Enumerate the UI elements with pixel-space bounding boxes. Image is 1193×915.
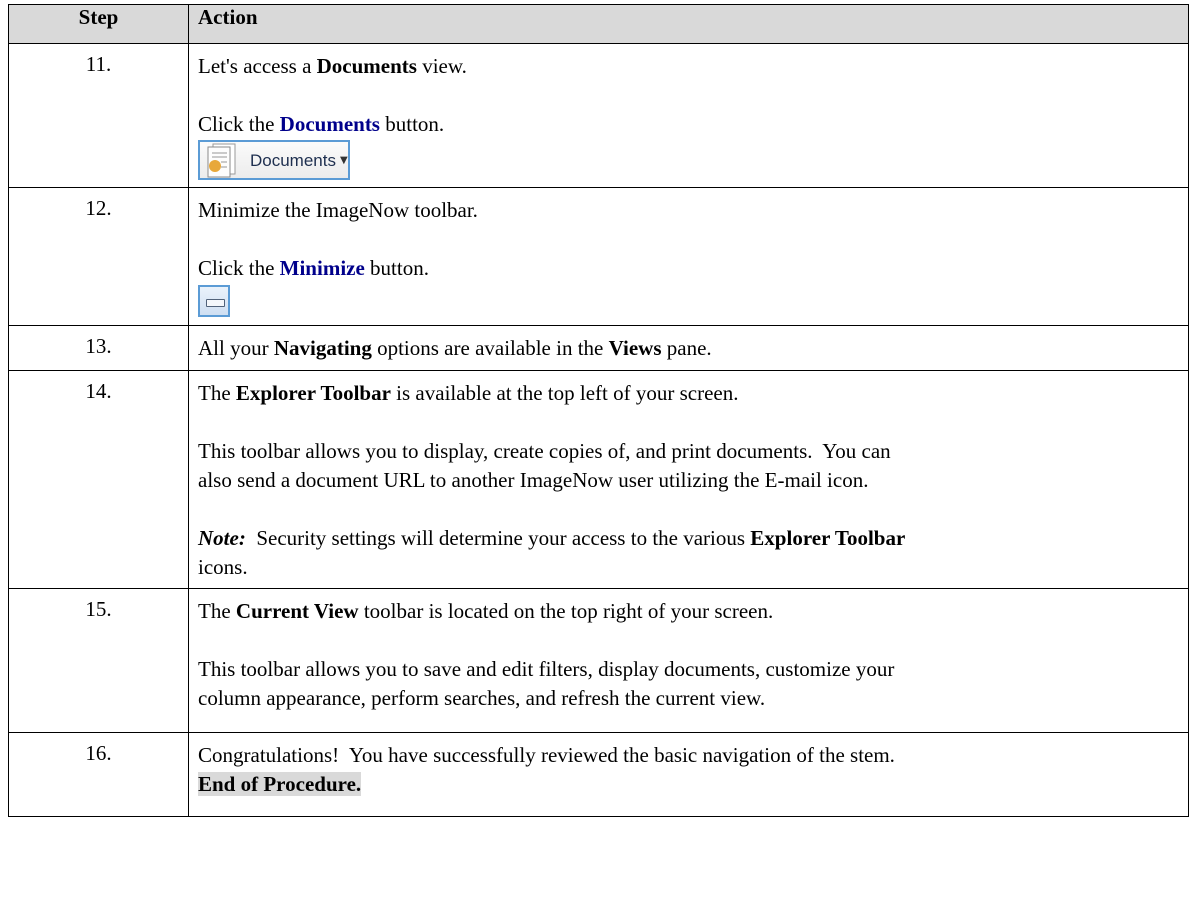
instruction-text: All your Navigating options are availabl… [198,336,712,360]
description-line: also send a document URL to another Imag… [198,468,869,492]
instruction-text: The Explorer Toolbar is available at the… [198,381,739,405]
step-row-12: 12. Minimize the ImageNow toolbar. Click… [8,187,1189,326]
action-column-header: Action [188,4,1189,44]
note-label: Note: [198,526,246,550]
step-number: 14. [8,370,189,589]
description-line: This toolbar allows you to save and edit… [198,657,895,681]
click-instruction: Click the Minimize button. [198,256,429,280]
minimize-button[interactable] [198,285,230,317]
step-action: All your Navigating options are availabl… [188,325,1189,371]
step-action: Minimize the ImageNow toolbar. Click the… [188,187,1189,326]
instruction-text: Congratulations! You have successfully r… [198,743,895,767]
note-text: Note: Security settings will determine y… [198,526,906,550]
note-text-continued: icons. [198,555,248,579]
step-action: Let's access a Documents view. Click the… [188,43,1189,188]
step-action: The Explorer Toolbar is available at the… [188,370,1189,589]
step-number: 13. [8,325,189,371]
instruction-text: Let's access a Documents view. [198,54,467,78]
minimize-highlight: Minimize [279,256,365,280]
description-line: This toolbar allows you to display, crea… [198,439,891,463]
step-number: 11. [8,43,189,188]
header-row: Step Action [8,4,1189,44]
step-row-15: 15. The Current View toolbar is located … [8,588,1189,733]
minimize-icon [206,299,225,307]
click-instruction: Click the Documents button. [198,112,445,136]
step-row-13: 13. All your Navigating options are avai… [8,325,1189,371]
step-row-14: 14. The Explorer Toolbar is available at… [8,370,1189,589]
chevron-down-icon: ▼ [339,154,348,166]
instruction-text: Minimize the ImageNow toolbar. [198,198,478,222]
documents-icon [206,142,238,178]
step-action: The Current View toolbar is located on t… [188,588,1189,733]
documents-highlight: Documents [279,112,380,136]
step-number: 15. [8,588,189,733]
description-line: column appearance, perform searches, and… [198,686,766,710]
procedure-table: Step Action 11. Let's access a Documents… [8,4,1189,817]
step-row-11: 11. Let's access a Documents view. Click… [8,43,1189,188]
documents-button-label: Documents [250,150,336,170]
step-row-16: 16. Congratulations! You have successful… [8,732,1189,817]
step-number: 16. [8,732,189,817]
instruction-text: The Current View toolbar is located on t… [198,599,774,623]
step-number: 12. [8,187,189,326]
end-of-procedure: End of Procedure. [198,772,362,796]
documents-button[interactable]: Documents ▼ [198,140,350,180]
step-column-header: Step [8,4,189,44]
step-action: Congratulations! You have successfully r… [188,732,1189,817]
